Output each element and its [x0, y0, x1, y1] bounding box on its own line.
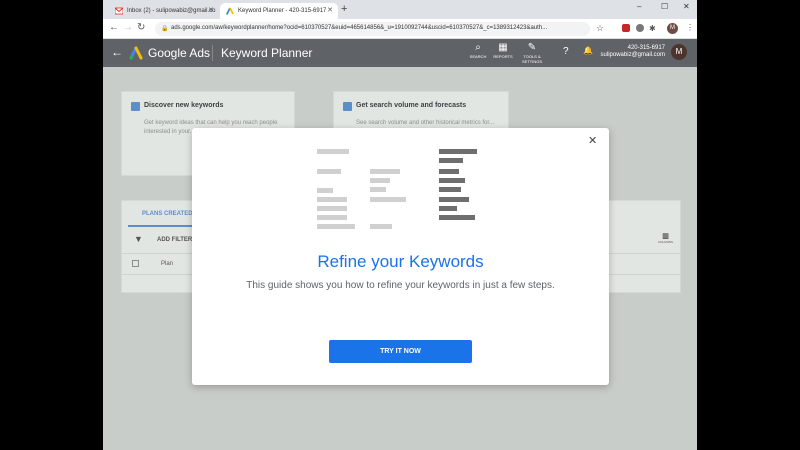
- search-nav-button[interactable]: ⌕ SEARCH: [465, 42, 491, 59]
- account-email: sulipowabiz@gmail.com: [600, 52, 665, 58]
- card-title: Discover new keywords: [144, 102, 224, 109]
- tab-plans-created[interactable]: PLANS CREATED: [142, 211, 193, 217]
- forward-arrow-icon[interactable]: →: [123, 22, 133, 33]
- google-ads-logo: [129, 46, 143, 60]
- chart-icon: [343, 102, 352, 111]
- profile-avatar[interactable]: M: [667, 23, 678, 34]
- tab-title: Keyword Planner - 420-315-6917: [238, 8, 327, 14]
- extension-shield-icon[interactable]: [622, 24, 630, 32]
- card-title: Get search volume and forecasts: [356, 102, 467, 109]
- page-title: Keyword Planner: [221, 46, 313, 60]
- tab-keyword-planner[interactable]: Keyword Planner - 420-315-6917 ✕: [220, 3, 338, 19]
- tab-title: Inbox (2) - sulipowabiz@gmail.co: [127, 8, 216, 14]
- plan-column-header[interactable]: Plan: [161, 261, 173, 267]
- columns-icon: ▥: [662, 233, 669, 240]
- tools-nav-button[interactable]: ✎ TOOLS & SETTINGS: [519, 42, 545, 64]
- search-icon: [131, 102, 140, 111]
- tab-indicator: [128, 225, 198, 227]
- refine-keywords-dialog: ✕ Refine your Keywords This guide shows …: [192, 128, 609, 385]
- back-arrow-icon[interactable]: ←: [111, 45, 123, 59]
- wrench-icon: ✎: [527, 42, 537, 53]
- card-description: See search volume and other historical m…: [356, 120, 495, 126]
- search-icon: ⌕: [475, 42, 481, 53]
- columns-button[interactable]: ▥ COLUMNS: [658, 232, 673, 244]
- keyword-list-illustration: [317, 149, 477, 229]
- gmail-icon: [115, 7, 123, 15]
- browser-menu-icon[interactable]: ⋮: [686, 23, 694, 32]
- back-arrow-icon[interactable]: ←: [109, 22, 119, 33]
- minimize-button[interactable]: –: [637, 2, 641, 11]
- reports-label: REPORTS: [493, 54, 513, 59]
- close-tab-icon[interactable]: ✕: [208, 6, 214, 14]
- lock-icon: 🔒: [161, 26, 169, 32]
- reports-nav-button[interactable]: ▦ REPORTS: [490, 42, 516, 59]
- notifications-bell-icon[interactable]: 🔔: [583, 46, 593, 55]
- url-text: ads.google.com/aw/keywordplanner/home?oc…: [171, 25, 548, 31]
- address-bar[interactable]: 🔒 ads.google.com/aw/keywordplanner/home?…: [155, 22, 590, 36]
- select-all-checkbox[interactable]: [132, 260, 139, 267]
- columns-label: COLUMNS: [658, 240, 674, 244]
- product-name: Google Ads: [148, 46, 211, 60]
- extension-circle-icon[interactable]: [636, 24, 644, 32]
- add-filter-button[interactable]: ADD FILTER: [157, 237, 192, 243]
- google-ads-icon: [226, 7, 234, 15]
- dialog-subtitle: This guide shows you how to refine your …: [246, 280, 555, 291]
- close-window-button[interactable]: ✕: [683, 2, 690, 11]
- bookmark-star-icon[interactable]: ☆: [596, 23, 604, 34]
- reports-icon: ▦: [498, 42, 508, 53]
- account-avatar[interactable]: M: [671, 44, 687, 60]
- new-tab-button[interactable]: +: [341, 3, 347, 15]
- dialog-title: Refine your Keywords: [317, 252, 484, 271]
- help-icon[interactable]: ?: [563, 46, 569, 57]
- maximize-button[interactable]: ☐: [661, 2, 668, 11]
- try-it-now-button[interactable]: TRY IT NOW: [329, 340, 472, 363]
- reload-icon[interactable]: ↻: [137, 22, 145, 33]
- ads-header: ← Google Ads Keyword Planner ⌕ SEARCH ▦ …: [103, 39, 697, 67]
- customer-id: 420-315-6917: [627, 45, 665, 51]
- extensions-puzzle-icon[interactable]: ✱: [649, 24, 656, 33]
- filter-icon[interactable]: ▼: [134, 234, 143, 244]
- close-tab-icon[interactable]: ✕: [327, 6, 333, 14]
- header-divider: [212, 45, 213, 61]
- search-label: SEARCH: [469, 54, 487, 59]
- browser-toolbar: ← → ↻ 🔒 ads.google.com/aw/keywordplanner…: [103, 19, 697, 39]
- browser-window: Inbox (2) - sulipowabiz@gmail.co ✕ Keywo…: [103, 0, 697, 450]
- tab-gmail[interactable]: Inbox (2) - sulipowabiz@gmail.co ✕: [109, 3, 219, 19]
- tab-strip: Inbox (2) - sulipowabiz@gmail.co ✕ Keywo…: [103, 0, 697, 19]
- tools-label: TOOLS & SETTINGS: [521, 54, 542, 64]
